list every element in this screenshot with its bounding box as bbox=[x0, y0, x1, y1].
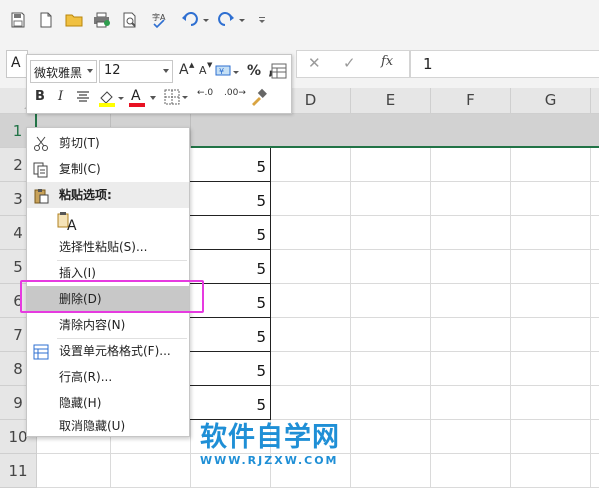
menu-item-paste-special[interactable]: 选择性粘贴(S)... bbox=[27, 234, 189, 260]
menu-item-hide[interactable]: 隐藏(H) bbox=[27, 390, 189, 416]
copy-icon bbox=[33, 161, 49, 178]
menu-item-label: 设置单元格格式(F)... bbox=[59, 344, 171, 358]
percent-style-button[interactable]: % bbox=[247, 63, 261, 79]
increase-decimal-button[interactable]: ←.0 bbox=[197, 89, 213, 98]
enter-icon[interactable]: ✓ bbox=[343, 54, 356, 72]
save-icon[interactable] bbox=[8, 10, 28, 30]
font-name-value: 微软雅黑 bbox=[34, 66, 83, 80]
menu-item-label: 剪切(T) bbox=[59, 136, 100, 150]
menu-item-format-cells[interactable]: 设置单元格格式(F)... bbox=[27, 338, 189, 364]
borders-icon[interactable] bbox=[164, 89, 190, 107]
scissors-icon bbox=[33, 135, 49, 151]
format-painter-icon[interactable] bbox=[250, 88, 270, 108]
align-center-icon[interactable] bbox=[75, 90, 93, 106]
print-icon[interactable] bbox=[92, 10, 112, 30]
mini-toolbar: 微软雅黑 12 A ▲ A ▼ ¥ % , B I A ←.0 .00→ bbox=[26, 54, 292, 114]
format-cells-icon bbox=[33, 343, 49, 360]
font-name-select[interactable]: 微软雅黑 bbox=[30, 60, 97, 83]
watermark: 软件自学网 WWW.RJZXW.COM bbox=[200, 424, 360, 472]
svg-text:字: 字 bbox=[152, 12, 160, 22]
shrink-font-button[interactable]: A bbox=[199, 64, 207, 77]
watermark-url: WWW.RJZXW.COM bbox=[200, 454, 339, 467]
cancel-icon[interactable]: ✕ bbox=[308, 54, 321, 72]
spelling-icon[interactable]: 字A bbox=[150, 10, 170, 30]
decrease-decimal-button[interactable]: .00→ bbox=[224, 89, 246, 98]
menu-item-cut[interactable]: 剪切(T) bbox=[27, 130, 189, 156]
column-header-f[interactable]: F bbox=[431, 88, 511, 114]
spreadsheet-app: 字A A ✕ ✓ fx 1 D E F G 1 2 3 4 5 6 7 8 9 … bbox=[0, 0, 599, 499]
menu-item-label: 复制(C) bbox=[59, 162, 101, 176]
new-file-icon[interactable] bbox=[36, 10, 56, 30]
customize-toolbar-icon[interactable] bbox=[252, 10, 272, 30]
fill-color-icon[interactable] bbox=[97, 88, 125, 108]
menu-item-row-height[interactable]: 行高(R)... bbox=[27, 364, 189, 390]
menu-section-paste-options: 粘贴选项: bbox=[27, 182, 189, 208]
format-painter-table-icon[interactable] bbox=[271, 63, 289, 81]
insert-function-button[interactable]: fx bbox=[381, 54, 393, 69]
menu-item-clear-contents[interactable]: 清除内容(N) bbox=[27, 312, 189, 338]
watermark-title: 软件自学网 bbox=[200, 422, 340, 453]
menu-item-copy[interactable]: 复制(C) bbox=[27, 156, 189, 182]
grow-font-arrow-icon: ▲ bbox=[189, 61, 195, 69]
open-folder-icon[interactable] bbox=[64, 10, 84, 30]
menu-item-label: 隐藏(H) bbox=[59, 396, 102, 410]
chevron-down-icon bbox=[150, 96, 156, 100]
shrink-font-arrow-icon: ▼ bbox=[207, 61, 213, 69]
svg-text:¥: ¥ bbox=[219, 67, 224, 76]
chevron-down-icon bbox=[87, 69, 93, 73]
paste-icon bbox=[33, 187, 49, 204]
menu-item-label: 粘贴选项: bbox=[59, 188, 112, 202]
formula-input[interactable]: 1 bbox=[410, 50, 599, 78]
menu-item-label: 行高(R)... bbox=[59, 370, 113, 384]
menu-item-label: 取消隐藏(U) bbox=[59, 419, 126, 433]
print-preview-icon[interactable] bbox=[120, 10, 140, 30]
menu-item-unhide[interactable]: 取消隐藏(U) bbox=[27, 416, 189, 436]
italic-button[interactable]: I bbox=[58, 89, 63, 104]
name-box[interactable]: A bbox=[6, 50, 28, 78]
column-header-e[interactable]: E bbox=[351, 88, 431, 114]
font-color-button[interactable]: A bbox=[128, 88, 158, 108]
quick-access-toolbar: 字A bbox=[0, 0, 599, 40]
row-header-11[interactable]: 11 bbox=[0, 454, 37, 488]
annotation-highlight-box bbox=[20, 280, 204, 313]
font-color-letter: A bbox=[131, 88, 141, 104]
font-size-select[interactable]: 12 bbox=[99, 60, 173, 83]
column-header-g[interactable]: G bbox=[511, 88, 591, 114]
paste-option-label: A bbox=[67, 218, 77, 234]
currency-format-icon[interactable]: ¥ bbox=[215, 63, 241, 81]
column-header-h[interactable] bbox=[591, 88, 599, 114]
grow-font-button[interactable]: A bbox=[179, 62, 189, 78]
font-color-bar bbox=[129, 103, 145, 107]
font-size-value: 12 bbox=[104, 63, 121, 78]
redo-icon[interactable] bbox=[216, 10, 248, 30]
undo-icon[interactable] bbox=[180, 10, 212, 30]
paste-option-button[interactable]: A bbox=[57, 210, 83, 236]
bold-button[interactable]: B bbox=[35, 89, 45, 104]
chevron-down-icon bbox=[163, 69, 169, 73]
menu-item-label: 清除内容(N) bbox=[59, 318, 126, 332]
menu-item-label: 插入(I) bbox=[59, 266, 96, 280]
menu-item-label: 选择性粘贴(S)... bbox=[59, 240, 148, 254]
